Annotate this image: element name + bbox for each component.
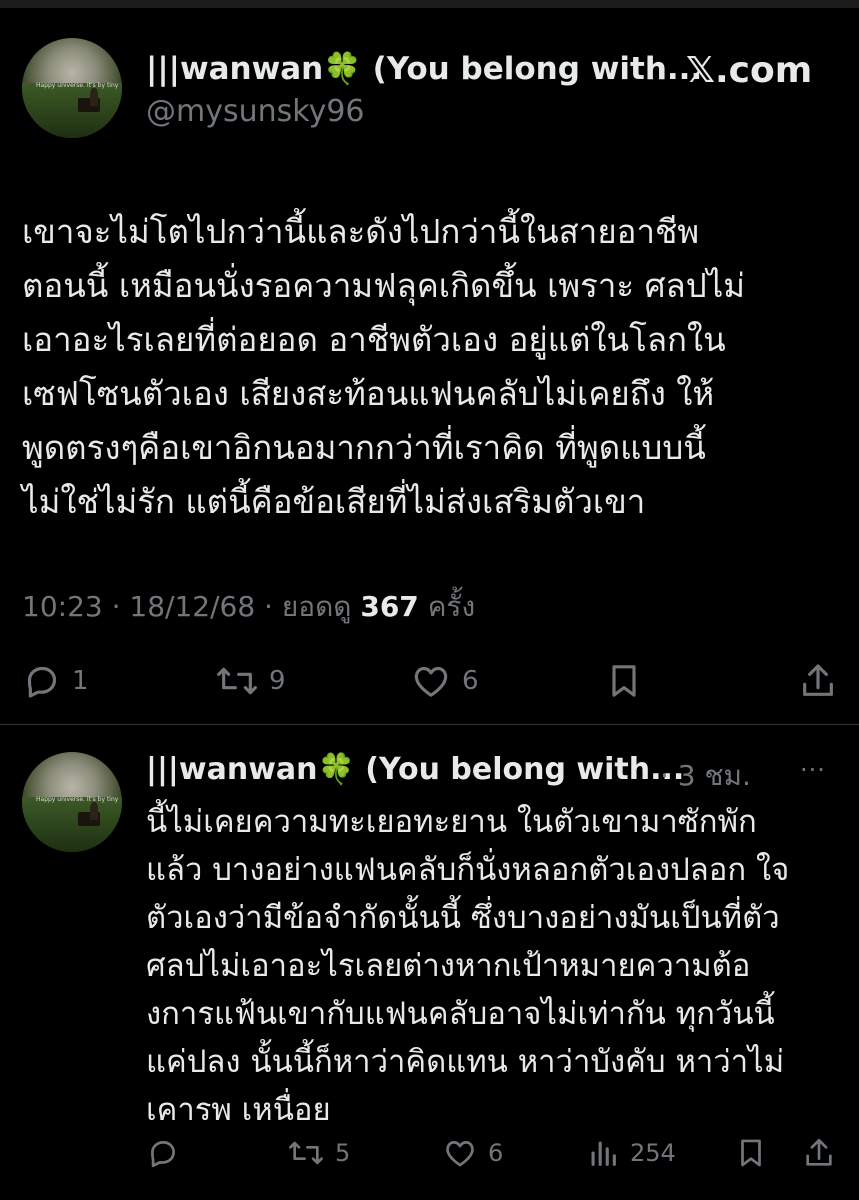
reply-count: 1 [72,666,89,696]
avatar[interactable]: Happy universe. It's by tiny [22,38,122,138]
share-icon [806,1138,832,1166]
tweet-text-line: เซฟโซนตัวเอง เสียงสะท้อนแฟนคลับไม่เคยถึง… [22,374,715,413]
tweet-text-line: เอาอะไรเลยที่ต่อยอด อาชีพตัวเอง อยู่แต่ใ… [22,320,726,359]
reply-icon [151,1141,175,1168]
more-icon[interactable]: ··· [800,756,826,784]
tweet-text-line: เขาจะไม่โตไปกว่านี้และดังไปกว่านี้ในสายอ… [22,212,700,251]
avatar-caption: Happy universe. It's by tiny [36,82,119,89]
user-handle[interactable]: @mysunsky96 [146,94,365,129]
tweet-text-line: นี้ไม่เคยความทะเยอทะยาน ในตัวเขามาซักพัก [146,804,757,840]
action-bar: 1 9 6 [0,655,859,705]
bookmark-icon [612,665,636,697]
repost-count: 5 [335,1139,351,1167]
share-button[interactable] [798,661,838,701]
tweet-text: เขาจะไม่โตไปกว่านี้และดังไปกว่านี้ในสายอ… [22,205,837,529]
tweet-text-line: เคารพ เหนื่อย [146,1092,331,1128]
tweet-time[interactable]: · 3 ชม. [660,754,751,798]
avatar-caption: Happy universe. It's by tiny [36,796,119,803]
repost-icon [217,667,257,695]
tweet-text: นี้ไม่เคยความทะเยอทะยาน ในตัวเขามาซักพัก… [146,798,836,1134]
tweet-text-line: ไม่ใช่ไม่รัก แต่นี้คือข้อเสียที่ไม่ส่งเส… [22,482,646,521]
like-count: 6 [462,666,479,696]
repost-button[interactable]: 9 [215,661,286,701]
tweet-text-line: ตัวเองว่ามีข้อจำกัดนั้นนี้ ซึ่งบางอย่างม… [146,900,780,936]
like-button[interactable]: 6 [442,1136,503,1170]
tweet-text-line: พูดตรงๆคือเขาอิกนอมากกว่าที่เราคิด ที่พู… [22,428,706,467]
reply-button[interactable]: 1 [22,661,89,701]
bookmark-icon [741,1139,761,1167]
like-button[interactable]: 6 [410,661,479,701]
reply-button[interactable] [146,1136,180,1170]
views-count: 254 [630,1139,676,1167]
tweet-timestamp[interactable]: 10:23 · 18/12/68 · ยอดดู [22,590,360,623]
tweet-text-line: แล้ว บางอย่างแฟนคลับก็นั่งหลอกตัวเองปลอก… [146,852,790,888]
tweet-text-line: ตอนนี้ เหมือนนั่งรอความฟลุคเกิดขึ้น เพรา… [22,266,746,305]
views-icon [591,1141,616,1166]
share-icon [803,664,833,696]
view-label: ครั้ง [418,590,476,623]
share-button[interactable] [802,1136,836,1170]
repost-icon [289,1141,323,1165]
view-count: 367 [360,590,419,623]
avatar[interactable]: Happy universe. It's by tiny [22,752,122,852]
display-name[interactable]: |||wanwan🍀 (You belong with... [146,752,684,787]
like-count: 6 [488,1139,504,1167]
bookmark-button[interactable] [604,661,644,701]
reply-icon [27,666,57,698]
top-strip [0,0,859,8]
action-bar: 5 6 254 [0,1132,859,1176]
tweet-text-line: ศลปไม่เอาอะไรเลยต่างหากเป้าหมายความต้อ [146,948,751,984]
like-icon [414,666,448,697]
tweet-text-line: แค่ปลง นั้นนี้ก็หาว่าคิดแทน หาว่าบังคับ … [146,1044,785,1080]
tweet-text-line: งการแฟ้นเขากับแฟนคลับอาจไม่เท่ากัน ทุกวั… [146,996,775,1032]
repost-count: 9 [269,666,286,696]
like-icon [446,1141,474,1167]
display-name[interactable]: |||wanwan🍀 (You belong with... [146,50,702,87]
divider [0,724,859,725]
bookmark-button[interactable] [734,1136,768,1170]
repost-button[interactable]: 5 [287,1136,350,1170]
views-button[interactable]: 254 [586,1136,676,1170]
x-brand-logo: 𝕏.com [686,50,813,91]
tweet-meta: 10:23 · 18/12/68 · ยอดดู 367 ครั้ง [22,585,475,629]
